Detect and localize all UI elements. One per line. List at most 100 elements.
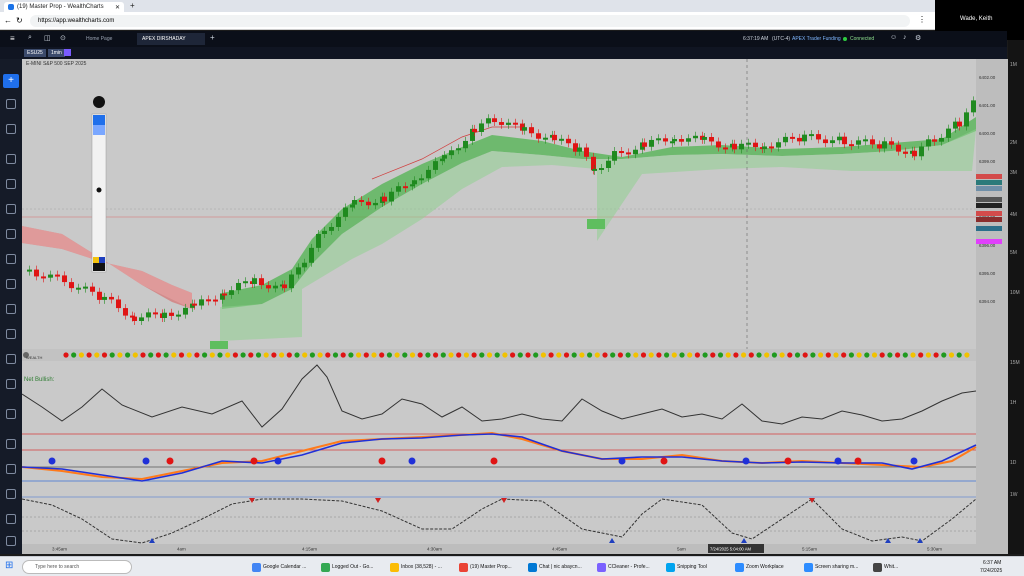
settings-icon[interactable] <box>6 536 16 546</box>
signal-dot <box>918 352 924 358</box>
layers-icon[interactable]: ◫ <box>44 34 51 42</box>
taskbar-app[interactable]: (19) Master Prop... <box>457 560 523 574</box>
taskbar-search[interactable]: Type here to search <box>22 560 132 574</box>
timeframe-option[interactable]: 1H <box>1010 400 1016 406</box>
close-tab-icon[interactable]: ✕ <box>115 4 120 11</box>
candle <box>162 312 167 318</box>
signal-dot <box>525 352 531 358</box>
timeframe-option[interactable]: 4M <box>1010 212 1017 218</box>
new-tab-icon[interactable]: + <box>130 1 135 10</box>
app-icon <box>252 562 261 572</box>
text-icon[interactable] <box>6 254 16 264</box>
account-name[interactable]: APEX Trader Funding <box>792 36 841 42</box>
candle <box>366 201 371 206</box>
timeframe-option[interactable]: 3M <box>1010 170 1017 176</box>
color-blue-icon[interactable] <box>99 257 105 263</box>
indicator-icon[interactable] <box>6 409 16 419</box>
candle <box>199 299 204 306</box>
windows-start-icon[interactable]: ⊞ <box>5 560 13 571</box>
interval-selector[interactable]: 1min <box>48 49 65 57</box>
taskbar-date: 7/24/2025 <box>980 568 1003 574</box>
timeframe-option[interactable]: 5M <box>1010 250 1017 256</box>
ai-icon[interactable]: ⊙ <box>60 34 66 42</box>
chart-canvas[interactable]: E-MINI S&P 500 SEP 2025 6402.00 6401.00 64… <box>21 59 1008 554</box>
taskbar-app[interactable]: Snipping Tool <box>664 560 730 574</box>
taskbar-app[interactable]: Logged Out - Go... <box>319 560 385 574</box>
magnet-icon[interactable] <box>6 329 16 339</box>
bar-chart-icon[interactable] <box>6 99 16 109</box>
candle <box>55 274 60 277</box>
signal-dot <box>325 352 331 358</box>
add-icon[interactable]: + <box>3 74 19 88</box>
cursor-tool-icon[interactable] <box>93 125 105 135</box>
add-tab-icon[interactable]: + <box>210 33 215 42</box>
candle <box>672 139 677 142</box>
timeframe-option[interactable]: 10M <box>1010 290 1020 296</box>
candle <box>552 134 557 141</box>
layout-icon[interactable] <box>6 464 16 474</box>
dot-tool-icon[interactable] <box>96 187 102 193</box>
trend-line-icon[interactable] <box>6 179 16 189</box>
symbol-selector[interactable]: ESU25 <box>24 49 46 57</box>
list-icon[interactable] <box>6 124 16 134</box>
color-yellow-icon[interactable] <box>93 257 99 263</box>
pin-icon[interactable] <box>93 96 105 108</box>
browser-tab[interactable]: (19) Master Prop - WealthCharts ✕ <box>4 2 124 12</box>
signal-dot <box>841 352 847 358</box>
candle <box>62 275 67 283</box>
taskbar-app[interactable]: CCleaner - Profe... <box>595 560 661 574</box>
shapes-icon[interactable] <box>6 229 16 239</box>
taskbar-app[interactable]: Whit... <box>871 560 937 574</box>
tab-apex-dirshaday[interactable]: APEX DIRSHADAY <box>137 33 205 45</box>
candle <box>123 308 128 316</box>
url-field[interactable]: https://app.wealthcharts.com <box>30 15 910 27</box>
ruler-icon[interactable] <box>6 154 16 164</box>
browser-menu-icon[interactable]: ⋮ <box>918 15 926 24</box>
chart-area[interactable]: E-MINI S&P 500 SEP 2025 6402.00 6401.00 64… <box>21 59 1008 554</box>
user-icon[interactable]: ☺ <box>890 34 897 41</box>
candle <box>282 284 287 289</box>
gear-icon[interactable]: ⚙ <box>915 34 921 42</box>
timeframe-option[interactable]: 1M <box>1010 62 1017 68</box>
alert-icon[interactable] <box>6 439 16 449</box>
search-icon[interactable]: ⌕ <box>28 34 32 42</box>
color-black-icon[interactable] <box>93 263 105 271</box>
taskbar-app[interactable]: Inbox (38,528) - ... <box>388 560 454 574</box>
timeframe-option[interactable]: 1D <box>1010 460 1016 466</box>
color-picker-icon[interactable] <box>64 49 71 56</box>
signal-dot <box>209 352 215 358</box>
taskbar-app[interactable]: Screen sharing m... <box>802 560 868 574</box>
address-row: ← ↻ https://app.wealthcharts.com ⋮ <box>0 12 935 30</box>
taskbar-app[interactable]: Chat | nic abaycn... <box>526 560 592 574</box>
signal-dot <box>302 352 308 358</box>
timeframe-option[interactable]: 1W <box>1010 492 1018 498</box>
taskbar-app[interactable]: Zoom Workplace <box>733 560 799 574</box>
trash-icon[interactable] <box>6 379 16 389</box>
reload-icon[interactable]: ↻ <box>16 16 23 25</box>
clock-icon[interactable] <box>6 514 16 524</box>
signal-dot <box>717 352 724 358</box>
candle <box>146 312 151 318</box>
timeframe-option[interactable]: 2M <box>1010 140 1017 146</box>
signal-dot <box>741 352 747 358</box>
tab-home-page[interactable]: Home Page <box>80 33 135 45</box>
eye-tool-icon[interactable] <box>93 115 105 125</box>
signal-dot <box>571 352 577 358</box>
taskbar-app[interactable]: Google Calendar ... <box>250 560 316 574</box>
app-icon <box>597 562 606 572</box>
candle <box>932 139 937 142</box>
signal-dot <box>109 352 115 358</box>
bell-icon[interactable]: ♪ <box>903 34 907 41</box>
measure-icon[interactable] <box>6 304 16 314</box>
app-label: Whit... <box>884 564 899 570</box>
eye-icon[interactable] <box>6 354 16 364</box>
candle <box>83 286 88 289</box>
timeframe-option[interactable]: 15M <box>1010 360 1020 366</box>
watchlist-icon[interactable] <box>6 489 16 499</box>
candle <box>479 123 484 132</box>
slash-icon[interactable] <box>6 204 16 214</box>
candle <box>856 140 861 145</box>
back-icon[interactable]: ← <box>4 16 12 25</box>
hamburger-menu-icon[interactable]: ≡ <box>10 34 15 43</box>
brush-icon[interactable] <box>6 279 16 289</box>
